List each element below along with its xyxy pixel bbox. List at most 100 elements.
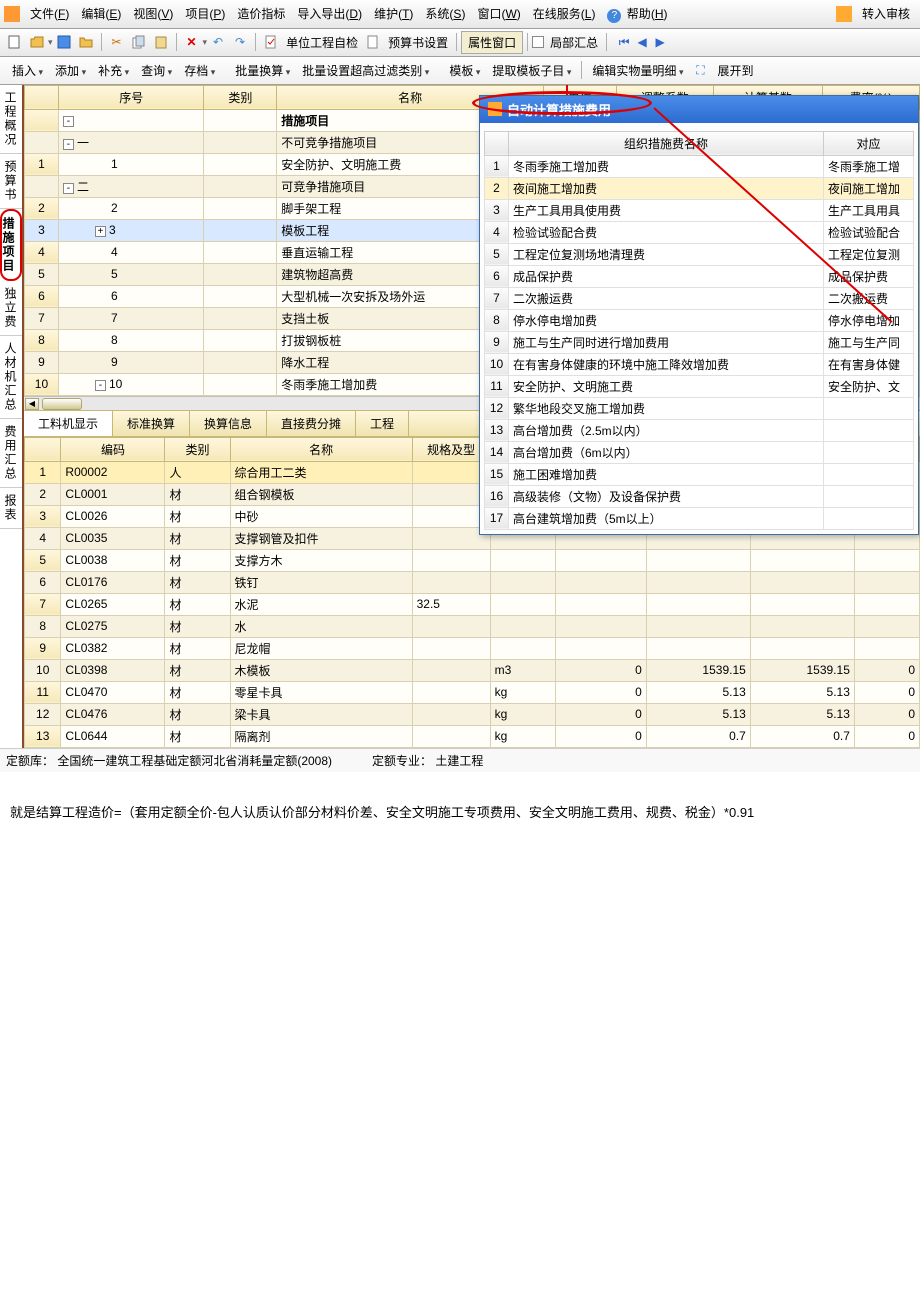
table-row[interactable]: 7CL0265材水泥32.5	[25, 593, 920, 615]
sidetab-独立费[interactable]: 独立费	[0, 281, 22, 336]
menu-导入导出[interactable]: 导入导出(D)	[291, 5, 368, 23]
redo-icon[interactable]: ↷	[231, 33, 249, 51]
paste-icon[interactable]	[152, 33, 170, 51]
menu-窗口[interactable]: 窗口(W)	[471, 5, 526, 23]
nav-prev-icon[interactable]: ◀	[633, 33, 651, 51]
sidetab-预算书[interactable]: 预算书	[0, 154, 22, 209]
tab-工程[interactable]: 工程	[356, 411, 409, 436]
tab-工料机显示[interactable]: 工料机显示	[24, 411, 113, 436]
popup-titlebar[interactable]: 自动计算措施费用	[480, 96, 918, 123]
botgrid-header[interactable]	[25, 437, 61, 461]
cut-icon[interactable]: ✂	[108, 33, 126, 51]
table-row[interactable]: 5CL0038材支撑方木	[25, 549, 920, 571]
sub-批量换算[interactable]: 批量换算	[229, 62, 296, 80]
sidetab-报表[interactable]: 报表	[0, 488, 22, 529]
menubar: 文件(F)编辑(E)视图(V)项目(P)造价指标导入导出(D)维护(T)系统(S…	[0, 0, 920, 29]
undo-icon[interactable]: ↶	[209, 33, 227, 51]
list-item[interactable]: 2夜间施工增加费夜间施工增加	[485, 177, 914, 199]
table-row[interactable]: 8CL0275材水	[25, 615, 920, 637]
content: 序号类别名称单位调整系数计算基数费率(%) -措施项目-一不可竞争措施项目11安…	[24, 85, 920, 748]
table-row[interactable]: 10CL0398材木模板m301539.151539.150	[25, 659, 920, 681]
sidetab-人材机汇总[interactable]: 人材机汇总	[0, 336, 22, 419]
sub-查询[interactable]: 查询	[135, 62, 178, 80]
tab-标准换算[interactable]: 标准换算	[113, 411, 190, 436]
menu-维护[interactable]: 维护(T)	[368, 5, 419, 23]
sidetabs: 工程概况预算书措施项目独立费人材机汇总费用汇总报表	[0, 85, 24, 748]
copy-icon[interactable]	[130, 33, 148, 51]
sub-expand[interactable]: 展开到	[711, 60, 759, 81]
budget-set-icon[interactable]	[364, 33, 382, 51]
sub-添加[interactable]: 添加	[49, 62, 92, 80]
tab-直接费分摊[interactable]: 直接费分摊	[267, 411, 356, 436]
list-item[interactable]: 14高台增加费（6m以内）	[485, 441, 914, 463]
open-icon[interactable]	[28, 33, 46, 51]
popup-grid[interactable]: 组织措施费名称 对应 1冬雨季施工增加费冬雨季施工增2夜间施工增加费夜间施工增加…	[484, 131, 914, 530]
topgrid-header[interactable]	[25, 85, 59, 109]
list-item[interactable]: 13高台增加费（2.5m以内）	[485, 419, 914, 441]
list-item[interactable]: 1冬雨季施工增加费冬雨季施工增	[485, 155, 914, 177]
sub-存档[interactable]: 存档	[178, 62, 221, 80]
auto-calc-popup: 自动计算措施费用 组织措施费名称 对应 1冬雨季施工增加费冬雨季施工增2夜间施工…	[479, 95, 919, 535]
menu-造价指标[interactable]: 造价指标	[231, 5, 291, 23]
nav-first-icon[interactable]: ⏮	[615, 33, 633, 51]
folder-icon[interactable]	[77, 33, 95, 51]
sub-模板[interactable]: 模板	[443, 62, 486, 80]
list-item[interactable]: 15施工困难增加费	[485, 463, 914, 485]
doc-check-icon[interactable]	[262, 33, 280, 51]
menu-视图[interactable]: 视图(V)	[127, 5, 179, 23]
sidetab-费用汇总[interactable]: 费用汇总	[0, 419, 22, 488]
list-item[interactable]: 8停水停电增加费停水停电增加	[485, 309, 914, 331]
botgrid-header[interactable]: 名称	[230, 437, 412, 461]
botgrid-header[interactable]: 编码	[61, 437, 165, 461]
self-check-button[interactable]: 单位工程自检	[282, 32, 362, 53]
list-item[interactable]: 6成品保护费成品保护费	[485, 265, 914, 287]
topgrid-header[interactable]: 序号	[58, 85, 204, 109]
sub-插入[interactable]: 插入	[6, 62, 49, 80]
sidetab-措施项目[interactable]: 措施项目	[0, 209, 22, 281]
sub-补充[interactable]: 补充	[92, 62, 135, 80]
toolbar: ▾ ✂ ✕ ▾ ↶ ↷ 单位工程自检 预算书设置 属性窗口 局部汇总 ⏮ ◀ ▶	[0, 29, 920, 57]
menu-audit[interactable]: 转入审核	[856, 3, 916, 24]
scroll-left-icon[interactable]: ◀	[25, 398, 39, 410]
expand-icon[interactable]: ⛶	[691, 61, 709, 79]
local-summary-checkbox[interactable]	[532, 36, 544, 48]
list-item[interactable]: 16高级装修（文物）及设备保护费	[485, 485, 914, 507]
save-icon[interactable]	[55, 33, 73, 51]
scroll-thumb[interactable]	[42, 398, 82, 410]
list-item[interactable]: 4检验试验配合费检验试验配合	[485, 221, 914, 243]
sub-edit-qty[interactable]: 编辑实物量明细	[586, 60, 689, 81]
list-item[interactable]: 17高台建筑增加费（5m以上）	[485, 507, 914, 529]
menu-项目[interactable]: 项目(P)	[179, 5, 231, 23]
popup-icon	[488, 102, 502, 116]
nav-next-icon[interactable]: ▶	[651, 33, 669, 51]
list-item[interactable]: 3生产工具用具使用费生产工具用具	[485, 199, 914, 221]
botgrid-header[interactable]: 类别	[165, 437, 230, 461]
budget-setting-button[interactable]: 预算书设置	[384, 32, 452, 53]
popup-col-name: 组织措施费名称	[509, 131, 824, 155]
sub-批量设置超高过滤类别[interactable]: 批量设置超高过滤类别	[296, 62, 435, 80]
new-icon[interactable]	[6, 33, 24, 51]
menu-编辑[interactable]: 编辑(E)	[75, 5, 127, 23]
list-item[interactable]: 9施工与生产同时进行增加费用施工与生产同	[485, 331, 914, 353]
list-item[interactable]: 11安全防护、文明施工费安全防护、文	[485, 375, 914, 397]
table-row[interactable]: 12CL0476材梁卡具kg05.135.130	[25, 703, 920, 725]
menu-在线服务[interactable]: 在线服务(L)	[527, 5, 602, 23]
sidetab-工程概况[interactable]: 工程概况	[0, 85, 22, 154]
table-row[interactable]: 9CL0382材尼龙帽	[25, 637, 920, 659]
menu-文件[interactable]: 文件(F)	[24, 5, 75, 23]
topgrid-header[interactable]: 类别	[204, 85, 277, 109]
table-row[interactable]: 11CL0470材零星卡具kg05.135.130	[25, 681, 920, 703]
sub-提取模板子目[interactable]: 提取模板子目	[486, 62, 577, 80]
menu-help[interactable]: ? 帮助(H)	[601, 3, 673, 25]
list-item[interactable]: 5工程定位复测场地清理费工程定位复测	[485, 243, 914, 265]
list-item[interactable]: 12繁华地段交叉施工增加费	[485, 397, 914, 419]
list-item[interactable]: 10在有害身体健康的环境中施工降效增加费在有害身体健	[485, 353, 914, 375]
statusbar: 定额库： 全国统一建筑工程基础定额河北省消耗量定额(2008) 定额专业： 土建…	[0, 748, 920, 772]
menu-系统[interactable]: 系统(S)	[419, 5, 471, 23]
table-row[interactable]: 6CL0176材铁钉	[25, 571, 920, 593]
delete-icon[interactable]: ✕	[183, 33, 201, 51]
table-row[interactable]: 13CL0644材隔离剂kg00.70.70	[25, 725, 920, 747]
prop-window-button[interactable]: 属性窗口	[461, 31, 523, 54]
list-item[interactable]: 7二次搬运费二次搬运费	[485, 287, 914, 309]
tab-换算信息[interactable]: 换算信息	[190, 411, 267, 436]
